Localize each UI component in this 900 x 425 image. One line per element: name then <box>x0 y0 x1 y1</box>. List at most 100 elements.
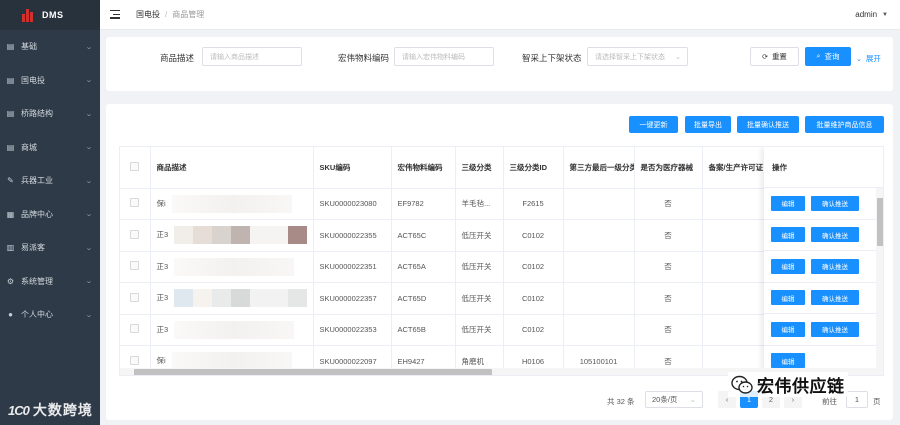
cell-sku: SKU0000022357 <box>313 282 392 315</box>
select-all-checkbox-cell[interactable] <box>120 147 151 189</box>
edit-button[interactable]: 编辑 <box>771 258 805 274</box>
chevron-down-icon: ⌄ <box>85 211 93 219</box>
goods-table: 商品描述 SKU编码 宏伟物料编码 三级分类 三级分类ID 第三方最后一级分类 … <box>119 146 884 376</box>
sidebar: DMS ▤ 基础 ⌄ ▤ 国电投 ⌄ ▤ 桥路结构 ⌄ ▤ 商城 ⌄ ✎ 兵器工业 ⌄ ▦ 品牌中心 ⌄ ▥ 易派客 ⌄… <box>0 0 100 425</box>
sidebar-item-8[interactable]: ● 个人中心 ⌄ <box>0 298 100 332</box>
confirm-push-button[interactable]: 确认推送 <box>811 258 859 274</box>
batch-confirm-push-button[interactable]: 批量确认推送 <box>737 116 799 133</box>
user-menu[interactable]: admin ▼ <box>855 10 888 19</box>
logo-icon <box>22 8 36 22</box>
goto-label: 前往 <box>822 397 837 406</box>
expand-link[interactable]: ⌄ 展开 <box>856 53 881 64</box>
cell-third-cat <box>563 219 635 252</box>
page-size-select[interactable]: 20条/页 ⌄ <box>645 391 703 408</box>
batch-export-button[interactable]: 批量导出 <box>685 116 731 133</box>
row-checkbox[interactable] <box>130 324 140 334</box>
sidebar-item-label: 易派客 <box>21 243 45 253</box>
cell-cat3id: F2615 <box>503 188 564 220</box>
query-button[interactable]: ⌕ 查询 <box>805 47 851 66</box>
goto-page-input[interactable]: 1 <box>846 391 868 408</box>
operation-cell: 编辑 确认推送 <box>764 220 883 251</box>
sidebar-item-label: 兵器工业 <box>21 176 53 186</box>
edit-button[interactable]: 编辑 <box>771 290 805 306</box>
sidebar-item-1[interactable]: ▤ 国电投 ⌄ <box>0 64 100 98</box>
row-checkbox[interactable] <box>130 261 140 271</box>
doc-icon: ▤ <box>6 109 15 119</box>
col-cat3id: 三级分类ID <box>503 147 564 189</box>
chart-icon: ▦ <box>6 209 15 219</box>
sidebar-item-label: 基础 <box>21 42 37 52</box>
col-desc: 商品描述 <box>150 147 314 189</box>
sidebar-item-2[interactable]: ▤ 桥路结构 ⌄ <box>0 97 100 131</box>
chevron-down-icon: ⌄ <box>85 278 93 286</box>
row-checkbox[interactable] <box>130 229 140 239</box>
cell-third-cat <box>563 188 635 220</box>
vertical-scrollbar[interactable] <box>876 188 883 368</box>
confirm-push-button[interactable]: 确认推送 <box>811 321 859 337</box>
chevron-down-icon: ⌄ <box>85 43 93 51</box>
row-checkbox[interactable] <box>130 292 140 302</box>
cell-sku: SKU0000022351 <box>313 251 392 283</box>
status-select[interactable]: 请选择智采上下架状态 ⌄ <box>587 47 688 66</box>
cell-license <box>702 219 767 252</box>
gear-icon: ⚙ <box>6 276 15 286</box>
caret-down-icon: ▼ <box>882 11 888 18</box>
cell-desc: 正3 <box>150 251 314 283</box>
col-code: 宏伟物料编码 <box>391 147 456 189</box>
cell-cat3id: C0102 <box>503 251 564 283</box>
cell-third-cat <box>563 251 635 283</box>
sidebar-item-7[interactable]: ⚙ 系统管理 ⌄ <box>0 265 100 299</box>
cell-cat3: 低压开关 <box>455 251 504 283</box>
sidebar-item-label: 桥路结构 <box>21 109 53 119</box>
watermark-logo-icon: 1C0 <box>8 402 30 418</box>
code-input[interactable]: 请输入宏伟物料编码 <box>394 47 494 66</box>
chevron-down-icon: ⌄ <box>85 144 93 152</box>
sidebar-item-3[interactable]: ▤ 商城 ⌄ <box>0 131 100 165</box>
cell-cat3id: C0102 <box>503 314 564 346</box>
col-sku: SKU编码 <box>313 147 392 189</box>
cell-cat3: 低压开关 <box>455 314 504 346</box>
confirm-push-button[interactable]: 确认推送 <box>811 290 859 306</box>
sidebar-item-label: 个人中心 <box>21 310 53 320</box>
row-checkbox[interactable] <box>130 355 140 365</box>
menu-toggle-icon[interactable] <box>110 10 120 19</box>
batch-maintain-goods-button[interactable]: 批量维护商品信息 <box>805 116 884 133</box>
page-suffix: 页 <box>873 397 881 406</box>
breadcrumb-item-1[interactable]: 国电投 <box>136 9 160 20</box>
one-click-update-button[interactable]: 一键更新 <box>629 116 678 133</box>
user-name: admin <box>855 10 878 19</box>
desc-input[interactable]: 请输入商品描述 <box>202 47 302 66</box>
chevron-down-icon: ⌄ <box>675 54 681 61</box>
sidebar-item-6[interactable]: ▥ 易派客 ⌄ <box>0 231 100 265</box>
select-all-checkbox[interactable] <box>130 161 140 171</box>
chevron-down-icon: ⌄ <box>85 110 93 118</box>
breadcrumb-item-2: 商品管理 <box>172 10 205 19</box>
col-cat3: 三级分类 <box>455 147 504 189</box>
book-icon: ▥ <box>6 243 15 253</box>
edit-button[interactable]: 编辑 <box>771 227 805 243</box>
cell-cat3: 低压开关 <box>455 219 504 252</box>
confirm-push-button[interactable]: 确认推送 <box>811 195 859 211</box>
row-checkbox[interactable] <box>130 198 140 208</box>
cell-code: ACT65D <box>391 282 456 315</box>
operation-cell: 编辑 确认推送 <box>764 283 883 314</box>
edit-button[interactable]: 编辑 <box>771 195 805 211</box>
sidebar-item-0[interactable]: ▤ 基础 ⌄ <box>0 30 100 64</box>
cell-cat3id: C0102 <box>503 282 564 315</box>
sidebar-item-5[interactable]: ▦ 品牌中心 ⌄ <box>0 198 100 232</box>
sidebar-item-4[interactable]: ✎ 兵器工业 ⌄ <box>0 164 100 198</box>
edit-button[interactable]: 编辑 <box>771 353 805 369</box>
chevron-down-icon: ⌄ <box>85 77 93 85</box>
refresh-icon: ⟳ <box>762 53 768 61</box>
cell-desc: 正3 <box>150 282 314 315</box>
chevron-down-icon: ⌄ <box>856 55 862 63</box>
operation-cell: 编辑 确认推送 <box>764 251 883 283</box>
cell-medical: 否 <box>634 282 703 315</box>
sidebar-item-label: 品牌中心 <box>21 209 53 219</box>
cell-desc: 正3 <box>150 314 314 346</box>
confirm-push-button[interactable]: 确认推送 <box>811 227 859 243</box>
edit-button[interactable]: 编辑 <box>771 321 805 337</box>
app-logo[interactable]: DMS <box>0 0 100 30</box>
reset-button[interactable]: ⟳ 重置 <box>750 47 799 66</box>
chevron-down-icon: ⌄ <box>85 244 93 252</box>
